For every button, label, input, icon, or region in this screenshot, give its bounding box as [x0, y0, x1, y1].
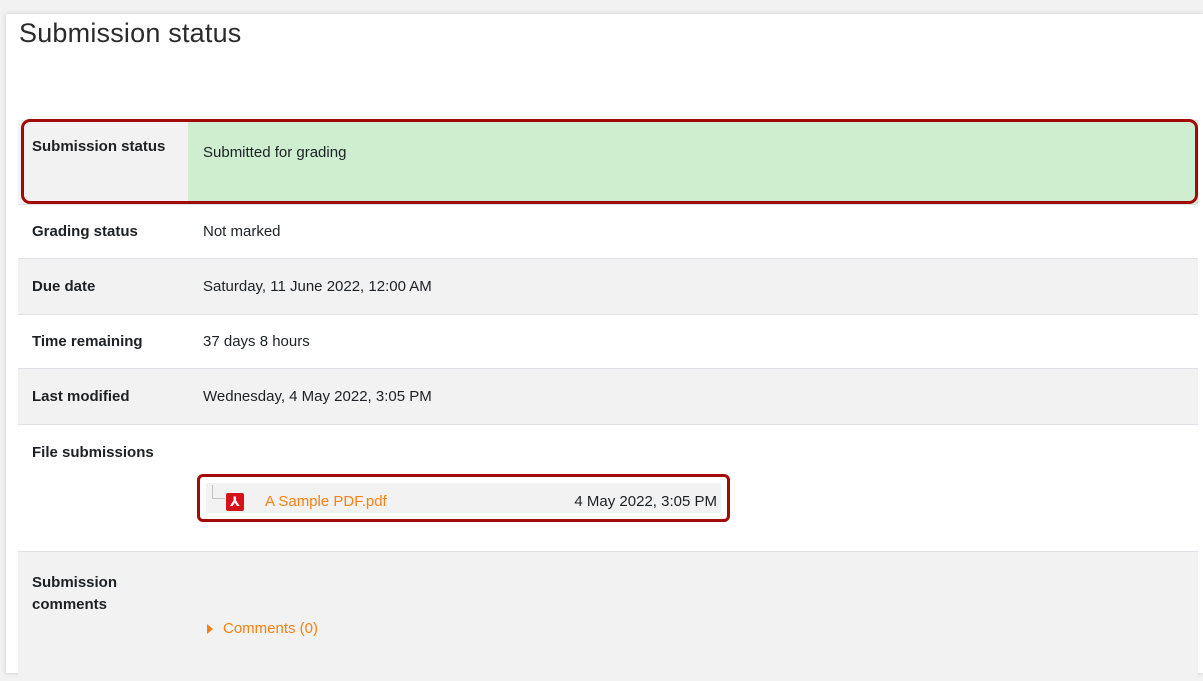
caret-right-icon [207, 624, 213, 634]
table-row-submission-comments: Submission comments [18, 552, 1198, 681]
table-row-grading-status: Grading status Not marked [18, 205, 1198, 259]
row-label: File submissions [32, 444, 154, 461]
tree-connector [212, 485, 225, 499]
row-label: Submission status [32, 138, 166, 155]
row-label: Last modified [32, 387, 130, 405]
file-submission-item: ⅄ A Sample PDF.pdf 4 May 2022, 3:05 PM [197, 474, 730, 522]
table-row-last-modified: Last modified Wednesday, 4 May 2022, 3:0… [18, 369, 1198, 425]
row-value: Submitted for grading [188, 120, 1198, 204]
table-row-time-remaining: Time remaining 37 days 8 hours [18, 315, 1198, 369]
row-value [188, 552, 1198, 681]
row-value: Saturday, 11 June 2022, 12:00 AM [203, 277, 432, 295]
row-label: Submission comments [32, 574, 118, 613]
table-row-submission-status: Submission status Submitted for grading [18, 120, 1198, 205]
table-row-due-date: Due date Saturday, 11 June 2022, 12:00 A… [18, 259, 1198, 315]
file-row: ⅄ A Sample PDF.pdf 4 May 2022, 3:05 PM [206, 483, 721, 513]
comments-label: Comments (0) [223, 620, 319, 637]
row-value: 37 days 8 hours [203, 332, 310, 350]
row-value: Wednesday, 4 May 2022, 3:05 PM [203, 387, 432, 405]
row-label: Grading status [32, 222, 138, 240]
page-title: Submission status [19, 18, 242, 48]
pdf-icon: ⅄ [226, 493, 244, 511]
row-label: Time remaining [32, 332, 143, 350]
comments-toggle[interactable]: Comments (0) [207, 619, 318, 639]
row-label: Due date [32, 277, 96, 295]
file-modified-date: 4 May 2022, 3:05 PM [574, 493, 717, 510]
submission-status-table: Submission status Submitted for grading … [18, 120, 1198, 681]
row-value: Not marked [203, 222, 281, 240]
file-link[interactable]: A Sample PDF.pdf [265, 492, 387, 512]
